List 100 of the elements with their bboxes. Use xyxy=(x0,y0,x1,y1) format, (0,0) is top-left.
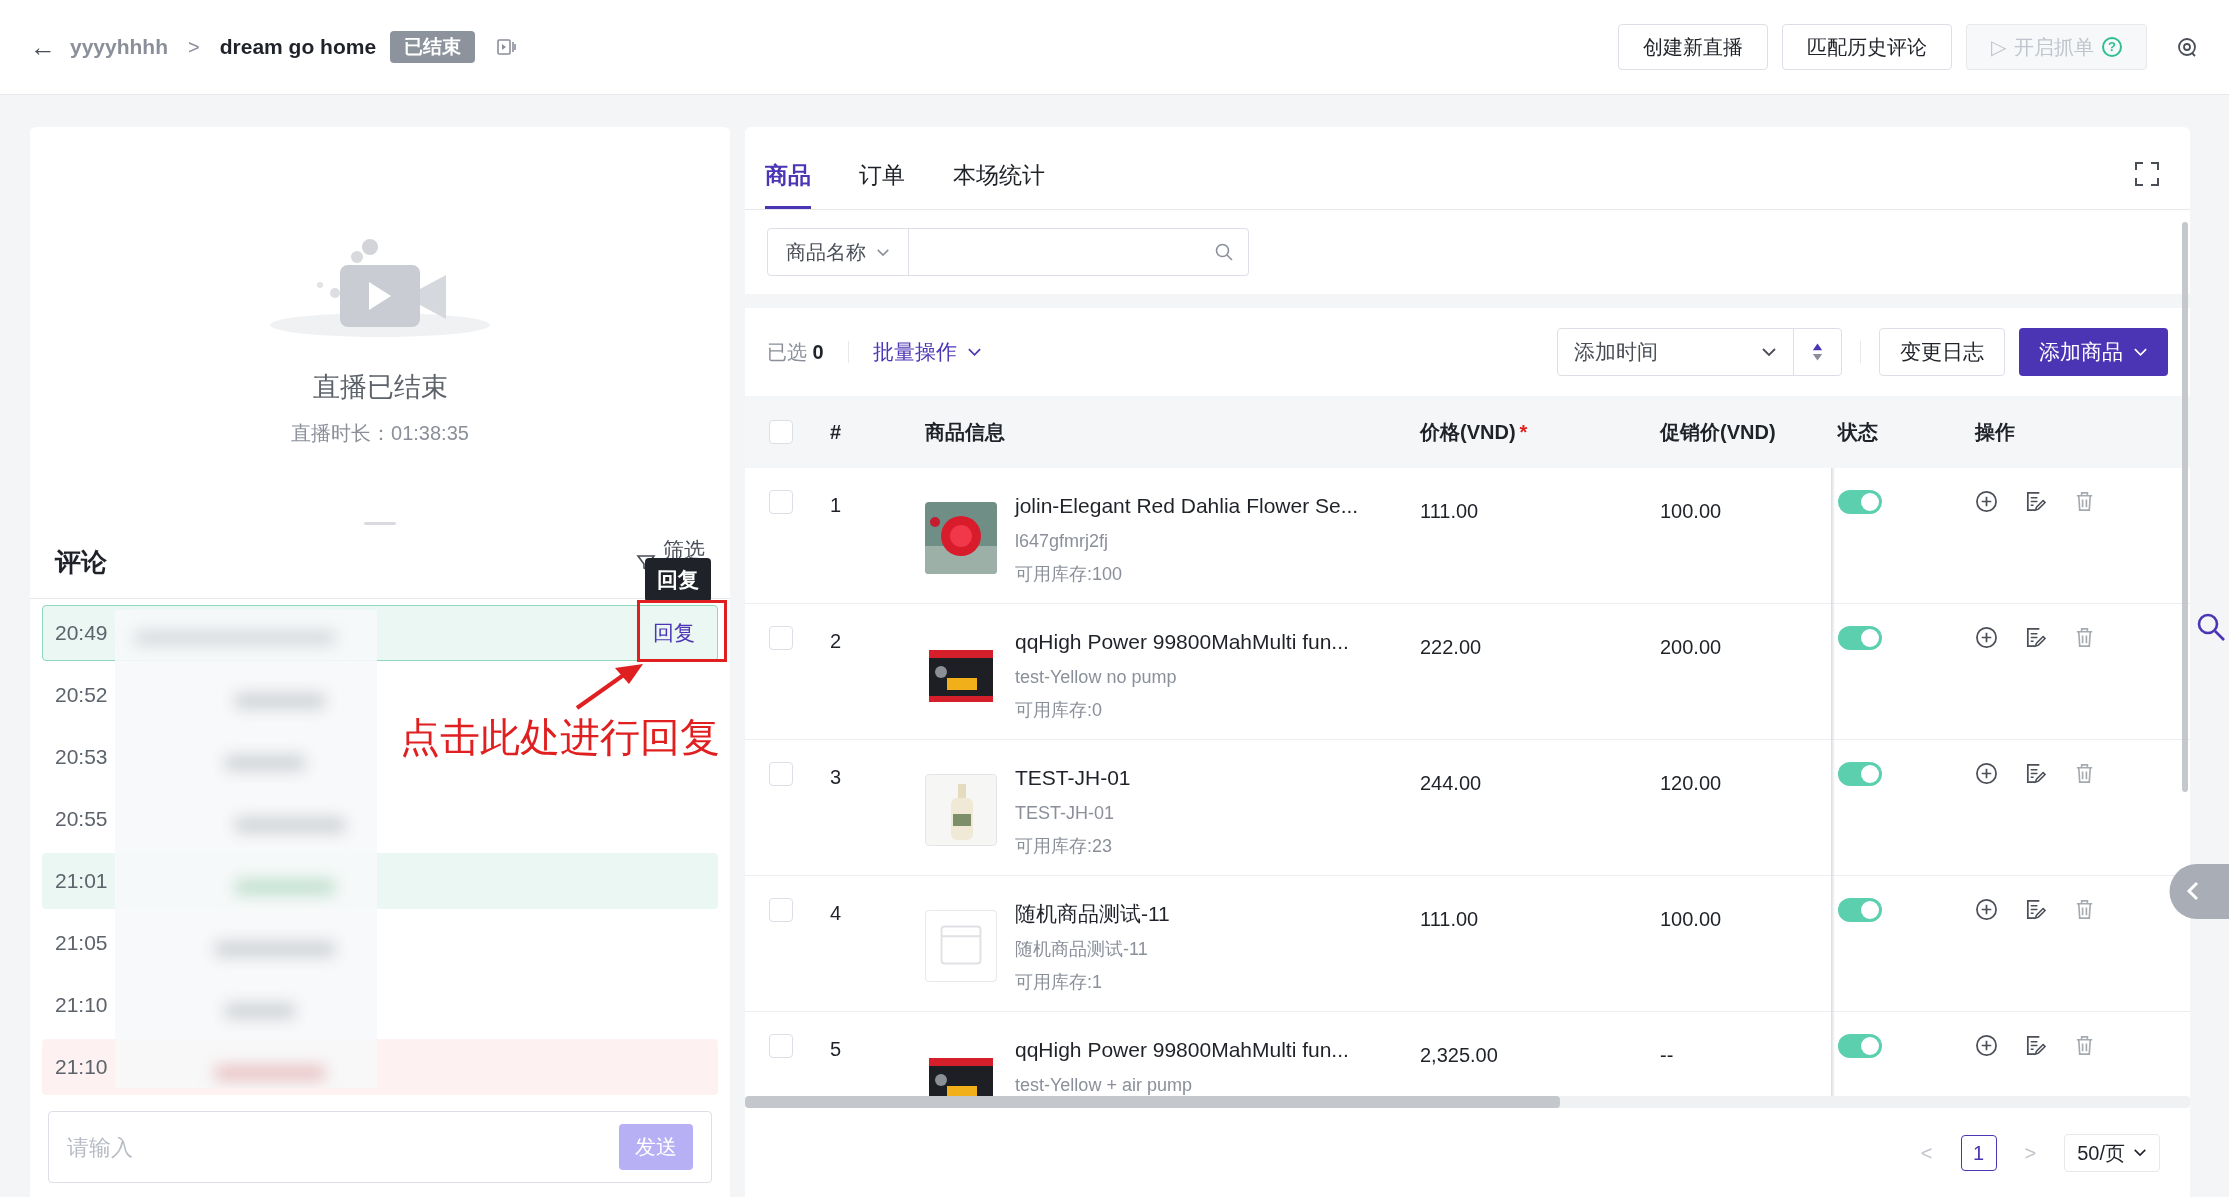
product-sku: 随机商品测试-11 xyxy=(1015,937,1149,961)
product-stock: 可用库存:23 xyxy=(1015,834,1114,858)
row-index: 1 xyxy=(830,494,842,516)
search-icon[interactable] xyxy=(2196,612,2226,642)
checkbox[interactable] xyxy=(769,898,793,922)
live-duration: 直播时长：01:38:35 xyxy=(291,420,469,446)
add-icon[interactable] xyxy=(1975,626,1998,649)
annotation-text: 点击此处进行回复 xyxy=(400,714,720,761)
product-name: qqHigh Power 99800MahMulti fun... xyxy=(1015,1037,1349,1063)
image-placeholder-icon xyxy=(925,910,997,982)
add-product-button[interactable]: 添加商品 xyxy=(2019,328,2168,376)
header-button[interactable]: 创建新直播 xyxy=(1618,24,1768,70)
price-cell: 222.00 xyxy=(1420,636,1482,658)
promo-price-cell: 120.00 xyxy=(1660,772,1722,794)
tab[interactable]: 本场统计 xyxy=(953,145,1045,209)
tab[interactable]: 订单 xyxy=(859,145,905,209)
promo-price-cell: 100.00 xyxy=(1660,908,1722,930)
edit-icon[interactable] xyxy=(2024,898,2047,921)
reply-link[interactable]: 回复 xyxy=(643,617,705,649)
product-name: jolin-Elegant Red Dahlia Flower Se... xyxy=(1015,493,1359,519)
horizontal-scrollbar[interactable] xyxy=(745,1096,2190,1108)
help-icon: ? xyxy=(2102,37,2122,57)
product-name: 随机商品测试-11 xyxy=(1015,901,1170,927)
back-button[interactable]: ← xyxy=(30,27,56,67)
add-icon[interactable] xyxy=(1975,1034,1998,1057)
comment-time: 20:52 xyxy=(55,682,109,709)
status-toggle[interactable] xyxy=(1838,626,1882,650)
row-index: 5 xyxy=(830,1038,842,1060)
checkbox[interactable] xyxy=(769,420,793,444)
checkbox[interactable] xyxy=(769,1034,793,1058)
price-cell: 111.00 xyxy=(1420,908,1479,930)
add-icon[interactable] xyxy=(1975,762,1998,785)
column-header: # xyxy=(830,421,842,443)
row-index: 4 xyxy=(830,902,842,924)
column-header: 商品信息 xyxy=(925,421,1005,443)
search-field[interactable]: 商品名称 xyxy=(767,228,1249,276)
checkbox[interactable] xyxy=(769,626,793,650)
row-index: 2 xyxy=(830,630,842,652)
comment-row[interactable]: 21:05 xyxy=(42,915,718,971)
checkbox[interactable] xyxy=(769,762,793,786)
column-header: 状态 xyxy=(1838,421,1878,443)
price-cell: 244.00 xyxy=(1420,772,1482,794)
promo-price-cell: 200.00 xyxy=(1660,636,1722,658)
product-stock: 可用库存:100 xyxy=(1015,562,1124,586)
edit-icon[interactable] xyxy=(2024,762,2047,785)
stream-title: dream go home xyxy=(219,34,377,61)
product-sku: test-Yellow no pump xyxy=(1015,665,1178,689)
comment-time: 20:55 xyxy=(55,806,109,833)
fullscreen-icon[interactable] xyxy=(2134,161,2160,187)
comment-time: 21:10 xyxy=(55,1054,109,1081)
search-icon xyxy=(1214,242,1234,262)
header-button[interactable]: 匹配历史评论 xyxy=(1782,24,1952,70)
status-badge: 已结束 xyxy=(390,30,476,64)
chevron-icon xyxy=(966,347,982,357)
comment-time: 20:49 xyxy=(55,620,109,647)
status-toggle[interactable] xyxy=(1838,1034,1882,1058)
screen-icon[interactable] xyxy=(495,36,518,58)
edit-icon[interactable] xyxy=(2024,1034,2047,1057)
product-name: qqHigh Power 99800MahMulti fun... xyxy=(1015,629,1349,655)
comment-row[interactable]: 20:55 xyxy=(42,791,718,847)
field-select[interactable]: 商品名称 xyxy=(768,229,909,275)
column-header: 价格(VND) * xyxy=(1420,421,1528,443)
chevron-icon xyxy=(2133,347,2148,357)
comment-row[interactable]: 21:10 xyxy=(42,977,718,1033)
product-sku: TEST-JH-01 xyxy=(1015,801,1116,825)
status-toggle[interactable] xyxy=(1838,898,1882,922)
add-icon[interactable] xyxy=(1975,898,1998,921)
comment-time: 21:01 xyxy=(55,868,109,895)
vertical-scrollbar[interactable] xyxy=(2182,222,2188,792)
edit-icon[interactable] xyxy=(2024,490,2047,513)
edit-icon[interactable] xyxy=(2024,626,2047,649)
product-name: TEST-JH-01 xyxy=(1015,765,1131,791)
batch-actions-dropdown[interactable]: 批量操作 xyxy=(872,336,982,368)
product-stock: 可用库存:1 xyxy=(1015,970,1103,994)
add-icon[interactable] xyxy=(1975,490,1998,513)
page-size-select[interactable]: 50/页 xyxy=(2064,1133,2160,1172)
chevron-icon xyxy=(2133,1148,2147,1157)
promo-price-cell: -- xyxy=(1660,1044,1674,1066)
price-cell: 2,325.00 xyxy=(1420,1044,1498,1066)
tab[interactable]: 商品 xyxy=(765,145,811,209)
product-stock: 可用库存:0 xyxy=(1015,698,1103,722)
change-log-button[interactable]: 变更日志 xyxy=(1879,328,2005,376)
page-button[interactable]: 1 xyxy=(1960,1134,1997,1171)
settings-icon[interactable] xyxy=(2175,35,2199,59)
collapse-tab-icon[interactable] xyxy=(2169,864,2229,919)
comments-title: 评论 xyxy=(55,546,108,579)
checkbox[interactable] xyxy=(769,490,793,514)
comment-time: 21:05 xyxy=(55,930,109,957)
status-toggle[interactable] xyxy=(1838,762,1882,786)
status-toggle[interactable] xyxy=(1838,490,1882,514)
live-ended-text: 直播已结束 xyxy=(312,371,448,404)
promo-price-cell: 100.00 xyxy=(1660,500,1722,522)
chevron-icon xyxy=(876,247,890,257)
comment-time: 21:10 xyxy=(55,992,109,1019)
selected-count: 已选 0 xyxy=(767,340,824,365)
product-sku: l647gfmrj2fj xyxy=(1015,529,1110,553)
breadcrumb-separator: > xyxy=(188,35,200,60)
drag-handle[interactable] xyxy=(364,522,396,525)
price-cell: 111.00 xyxy=(1420,500,1479,522)
column-header: 促销价(VND) xyxy=(1660,421,1776,443)
